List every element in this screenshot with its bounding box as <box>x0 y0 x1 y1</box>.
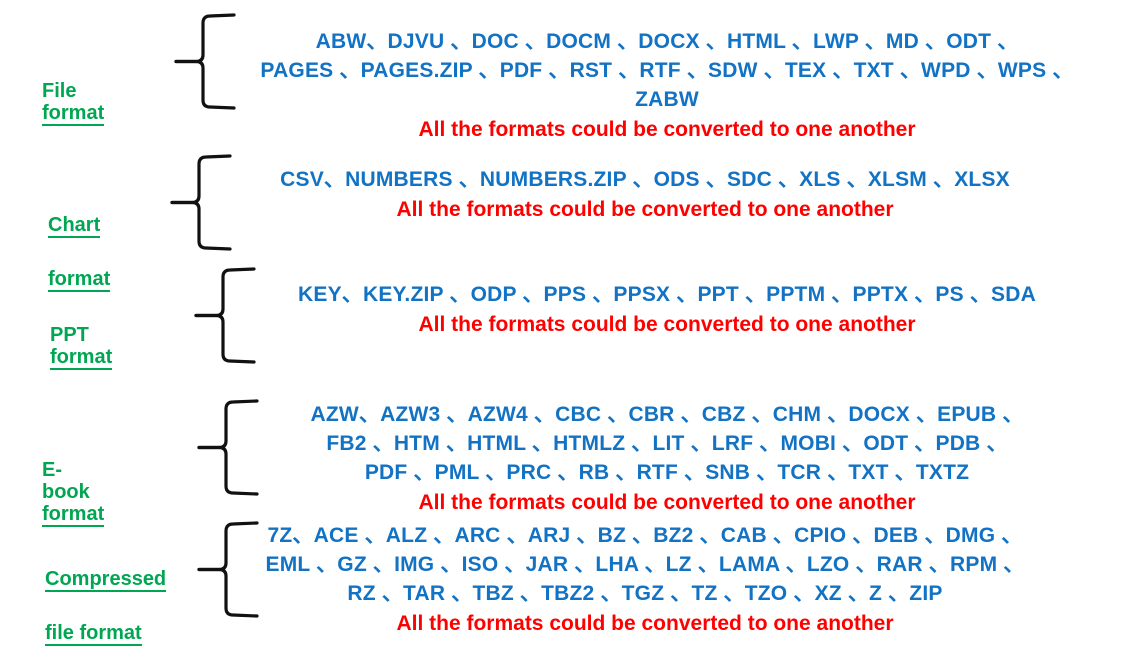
category-label-ebook-format-line-1: E-book format <box>42 459 105 527</box>
format-line: PDF 、PML 、PRC 、RB 、RTF 、SNB 、TCR 、TXT 、T… <box>364 461 970 484</box>
content-chart-format: CSV、NUMBERS 、NUMBERS.ZIP 、ODS 、SDC 、XLS … <box>200 165 1090 224</box>
conversion-note-ebook-format: All the formats could be converted to on… <box>418 491 916 514</box>
category-label-chart-format: Chart format <box>48 185 111 293</box>
format-list-file-format: ABW、DJVU 、DOC 、DOCM 、DOCX 、HTML 、LWP 、MD… <box>222 27 1112 114</box>
content-ebook-format: AZW、AZW3 、AZW4 、CBC 、CBR 、CBZ 、CHM 、DOCX… <box>222 400 1112 517</box>
format-line: ABW、DJVU 、DOC 、DOCM 、DOCX 、HTML 、LWP 、MD… <box>315 30 1019 53</box>
format-line: RZ 、TAR 、TBZ 、TBZ2 、TGZ 、TZ 、TZO 、XZ 、Z … <box>347 582 943 605</box>
format-list-compressed-file-format: 7Z、ACE 、ALZ 、ARC 、ARJ 、BZ 、BZ2 、CAB 、CPI… <box>200 521 1090 608</box>
format-line: EML 、GZ 、IMG 、ISO 、JAR 、LHA 、LZ 、LAMA 、L… <box>265 553 1025 576</box>
category-label-compressed-file-format-line-1: Compressed <box>45 568 167 592</box>
conversion-note-ppt-format: All the formats could be converted to on… <box>418 313 916 336</box>
category-label-ppt-format-line-1: PPT format <box>50 324 113 370</box>
category-label-chart-format-line-1: Chart <box>48 214 101 238</box>
format-list-ppt-format: KEY、KEY.ZIP 、ODP 、PPS 、PPSX 、PPT 、PPTM 、… <box>222 280 1112 309</box>
format-line: FB2 、HTM 、HTML 、HTMLZ 、LIT 、LRF 、MOBI 、O… <box>326 432 1008 455</box>
format-list-chart-format: CSV、NUMBERS 、NUMBERS.ZIP 、ODS 、SDC 、XLS … <box>200 165 1090 194</box>
content-compressed-file-format: 7Z、ACE 、ALZ 、ARC 、ARJ 、BZ 、BZ2 、CAB 、CPI… <box>200 521 1090 638</box>
category-label-ppt-format: PPT format <box>50 297 113 371</box>
category-label-compressed-file-format-line-2: file format <box>45 622 142 646</box>
conversion-note-chart-format: All the formats could be converted to on… <box>396 198 894 221</box>
category-label-file-format-line-1: File format <box>42 80 105 126</box>
format-line: 7Z、ACE 、ALZ 、ARC 、ARJ 、BZ 、BZ2 、CAB 、CPI… <box>267 524 1023 547</box>
format-line: CSV、NUMBERS 、NUMBERS.ZIP 、ODS 、SDC 、XLS … <box>280 168 1010 191</box>
format-conversion-diagram: File format ABW、DJVU 、DOC 、DOCM 、DOCX 、H… <box>0 0 1130 657</box>
format-line: PAGES 、PAGES.ZIP 、PDF 、RST 、RTF 、SDW 、TE… <box>260 59 1074 82</box>
conversion-note-compressed-file-format: All the formats could be converted to on… <box>396 612 894 635</box>
content-file-format: ABW、DJVU 、DOC 、DOCM 、DOCX 、HTML 、LWP 、MD… <box>222 27 1112 144</box>
conversion-note-file-format: All the formats could be converted to on… <box>418 118 916 141</box>
format-line: KEY、KEY.ZIP 、ODP 、PPS 、PPSX 、PPT 、PPTM 、… <box>298 283 1036 306</box>
category-label-file-format: File format <box>42 53 105 127</box>
category-label-compressed-file-format: Compressed file format <box>45 539 167 647</box>
format-line: AZW、AZW3 、AZW4 、CBC 、CBR 、CBZ 、CHM 、DOCX… <box>310 403 1024 426</box>
category-label-ebook-format: E-book format <box>42 432 104 528</box>
format-line: ZABW <box>635 88 699 111</box>
content-ppt-format: KEY、KEY.ZIP 、ODP 、PPS 、PPSX 、PPT 、PPTM 、… <box>222 280 1112 339</box>
category-label-chart-format-line-2: format <box>48 268 111 292</box>
format-list-ebook-format: AZW、AZW3 、AZW4 、CBC 、CBR 、CBZ 、CHM 、DOCX… <box>222 400 1112 487</box>
